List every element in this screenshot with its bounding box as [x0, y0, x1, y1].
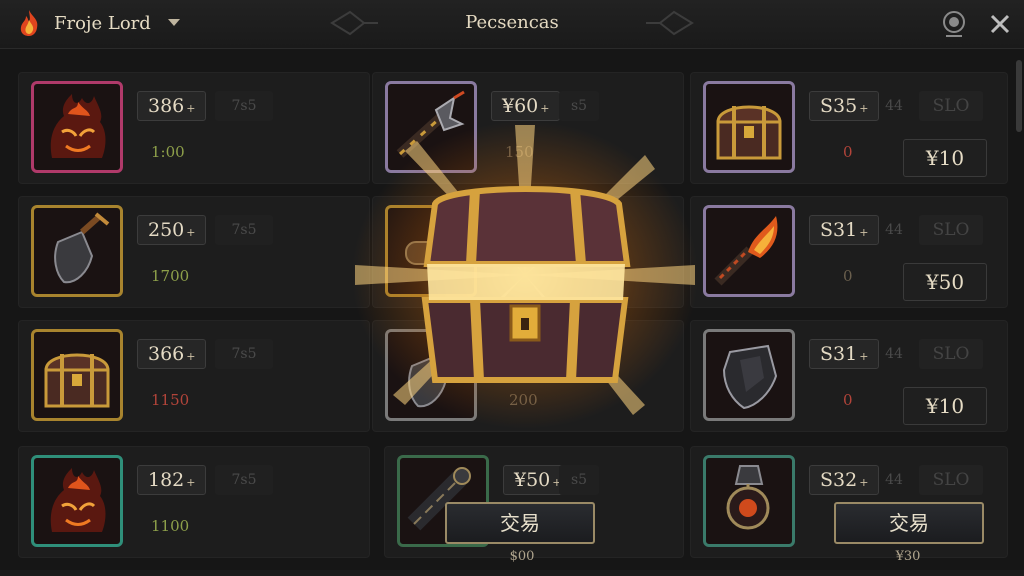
item-row[interactable]: S31 + 44 SLO 0 ¥10 [690, 320, 1008, 432]
item-frame [703, 329, 795, 421]
treasure-chest-icon [44, 353, 110, 408]
price-value: S32 [820, 469, 858, 491]
trade-price-middle: $00 [509, 549, 535, 564]
item-timer: 1:00 [151, 143, 185, 161]
price-plus: + [186, 226, 196, 239]
item-frame [703, 81, 795, 173]
price-box: 386 + [137, 91, 207, 121]
item-frame [703, 205, 795, 297]
trade-price-right: ¥30 [895, 549, 921, 564]
ghost-value: 7s5 [215, 339, 273, 369]
slot-label: SLO [919, 465, 983, 495]
close-icon[interactable] [984, 8, 1016, 40]
title-banner: Pecsencas [330, 0, 694, 48]
scrollbar[interactable] [1016, 50, 1022, 570]
buy-button[interactable]: ¥10 [903, 387, 987, 425]
map-pin-icon[interactable] [938, 8, 970, 40]
shovel-icon [54, 212, 110, 284]
fire-icon [20, 10, 38, 36]
amulet-icon [726, 465, 770, 530]
flaming-sword-icon [714, 216, 778, 286]
price-box: S31 + [809, 215, 880, 245]
shield-icon [722, 344, 778, 410]
ghost-value: 44 [885, 222, 903, 238]
ghost-value: 44 [885, 346, 903, 362]
trade-button-right[interactable]: 交易 [834, 502, 984, 544]
price-value: 366 [148, 343, 185, 365]
price-box: 250 + [137, 215, 207, 245]
price-value: ¥60 [502, 95, 539, 117]
item-row[interactable]: S35 + 44 SLO 0 ¥10 [690, 72, 1008, 184]
fire-demon-icon [50, 468, 106, 532]
price-plus: + [859, 476, 869, 489]
glowing-treasure-chest-icon[interactable] [405, 180, 645, 400]
price-plus: + [186, 102, 196, 115]
treasure-chest-icon [716, 105, 782, 160]
ghost-value: 7s5 [215, 215, 273, 245]
price-value: ¥50 [514, 469, 551, 491]
price-box: 366 + [137, 339, 207, 369]
slot-label: SLO [919, 215, 983, 245]
price-plus: + [186, 476, 196, 489]
item-frame [31, 329, 123, 421]
price-plus: + [859, 102, 869, 115]
item-frame [31, 205, 123, 297]
fire-demon-icon [50, 94, 106, 158]
item-timer: 1150 [151, 391, 190, 409]
price-box: S32 + [809, 465, 880, 495]
price-box: S31 + [809, 339, 880, 369]
ghost-value: 44 [885, 472, 903, 488]
ghost-value: 7s5 [215, 465, 273, 495]
ornament-right-icon [646, 10, 694, 36]
slot-label: SLO [919, 339, 983, 369]
item-timer: 1700 [151, 267, 190, 285]
player-selector[interactable]: Froje Lord [14, 8, 181, 38]
slot-label: SLO [919, 91, 983, 121]
player-name: Froje Lord [54, 12, 151, 34]
item-row[interactable]: S31 + 44 SLO 0 ¥50 [690, 196, 1008, 308]
price-plus: + [859, 350, 869, 363]
scrollbar-thumb[interactable] [1016, 60, 1022, 132]
price-box: S35 + [809, 91, 880, 121]
price-box: 182 + [137, 465, 207, 495]
price-value: 182 [148, 469, 185, 491]
item-row[interactable]: 182 + 7s5 1100 [18, 446, 370, 558]
item-frame [31, 81, 123, 173]
item-timer: 1100 [151, 517, 190, 535]
price-value: S31 [820, 343, 858, 365]
chevron-down-icon[interactable] [167, 18, 181, 28]
ghost-value: 44 [885, 98, 903, 114]
item-count: 0 [843, 267, 853, 285]
trade-button-middle[interactable]: 交易 [445, 502, 595, 544]
page-title: Pecsencas [465, 12, 559, 33]
price-value: 250 [148, 219, 185, 241]
price-plus: + [859, 226, 869, 239]
ghost-value: 7s5 [215, 91, 273, 121]
price-plus: + [540, 102, 550, 115]
item-count: 0 [843, 143, 853, 161]
item-row[interactable]: 366 + 7s5 1150 [18, 320, 370, 432]
item-row[interactable]: 250 + 7s5 1700 [18, 196, 370, 308]
item-count: 0 [843, 391, 853, 409]
ghost-value: s5 [559, 465, 599, 495]
top-bar: Froje Lord Pecsencas [0, 0, 1024, 49]
price-value: 386 [148, 95, 185, 117]
price-value: S31 [820, 219, 858, 241]
item-frame [703, 455, 795, 547]
bottom-strip [0, 570, 1024, 576]
item-row[interactable]: 386 + 7s5 1:00 [18, 72, 370, 184]
price-plus: + [186, 350, 196, 363]
item-frame [31, 455, 123, 547]
buy-button[interactable]: ¥10 [903, 139, 987, 177]
price-value: S35 [820, 95, 858, 117]
buy-button[interactable]: ¥50 [903, 263, 987, 301]
